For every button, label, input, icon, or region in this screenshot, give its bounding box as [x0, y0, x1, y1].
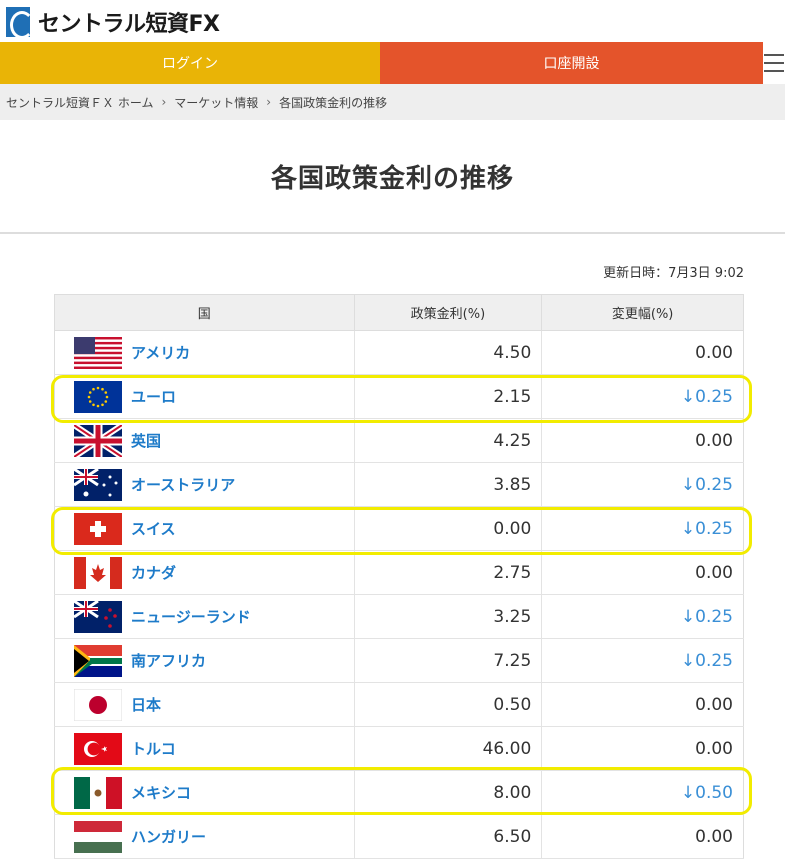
- logo-text: セントラル短資FX: [38, 12, 220, 37]
- chevron-right-icon: ›: [266, 95, 272, 109]
- chevron-right-icon: ›: [161, 95, 167, 109]
- country-link[interactable]: 英国: [131, 430, 161, 451]
- ca-flag-icon: [74, 556, 122, 589]
- top-action-bar: ログイン 口座開設: [0, 42, 785, 84]
- breadcrumb-market[interactable]: マーケット情報: [174, 94, 258, 111]
- table-row: ハンガリー 6.50 0.00: [54, 814, 744, 859]
- page-title: 各国政策金利の推移: [270, 163, 514, 194]
- country-link[interactable]: スイス: [131, 518, 176, 539]
- table-row: アメリカ 4.50 0.00: [54, 330, 744, 375]
- table-row: 日本 0.50 0.00: [54, 682, 744, 727]
- country-link[interactable]: トルコ: [131, 738, 176, 759]
- table-row: ユーロ 2.15 ↓0.25: [54, 374, 744, 419]
- country-cell: トルコ: [54, 726, 355, 771]
- table-row: スイス 0.00 ↓0.25: [54, 506, 744, 551]
- logo-icon: [6, 7, 34, 39]
- change-cell: 0.00: [541, 550, 744, 595]
- breadcrumb-current: 各国政策金利の推移: [279, 95, 388, 110]
- country-cell: メキシコ: [54, 770, 355, 815]
- login-button[interactable]: ログイン: [0, 42, 380, 84]
- rate-cell: 4.25: [353, 418, 542, 463]
- table-header-row: 国 政策金利(%) 変更幅(%): [54, 294, 744, 331]
- table-row: トルコ 46.00 0.00: [54, 726, 744, 771]
- rate-cell: 7.25: [353, 638, 542, 683]
- table-row: 英国 4.25 0.00: [54, 418, 744, 463]
- za-flag-icon: [74, 644, 122, 677]
- site-header: セントラル短資FX: [0, 0, 785, 42]
- change-cell: ↓0.25: [541, 506, 744, 551]
- au-flag-icon: [74, 468, 122, 501]
- country-link[interactable]: ユーロ: [131, 386, 176, 407]
- change-cell: ↓0.25: [541, 638, 744, 683]
- rate-cell: 3.25: [353, 594, 542, 639]
- change-cell: 0.00: [541, 682, 744, 727]
- country-link[interactable]: 日本: [131, 694, 161, 715]
- tr-flag-icon: [74, 732, 122, 765]
- change-cell: ↓0.50: [541, 770, 744, 815]
- country-link[interactable]: オーストラリア: [131, 474, 235, 495]
- table-row: ニュージーランド 3.25 ↓0.25: [54, 594, 744, 639]
- rate-cell: 0.00: [353, 506, 542, 551]
- ch-flag-icon: [74, 512, 122, 545]
- change-cell: ↓0.25: [541, 594, 744, 639]
- header-country: 国: [54, 294, 355, 331]
- country-link[interactable]: 南アフリカ: [131, 650, 206, 671]
- change-cell: 0.00: [541, 814, 744, 859]
- rate-cell: 2.15: [353, 374, 542, 419]
- open-account-button[interactable]: 口座開設: [380, 42, 763, 84]
- hamburger-menu-icon[interactable]: [763, 42, 785, 84]
- header-rate: 政策金利(%): [353, 294, 543, 331]
- country-cell: スイス: [54, 506, 355, 551]
- table-row: カナダ 2.75 0.00: [54, 550, 744, 595]
- country-link[interactable]: ハンガリー: [131, 826, 206, 847]
- policy-rate-table: 国 政策金利(%) 変更幅(%) アメリカ 4.50 0.00 ユーロ 2.15 ↓0.2…: [54, 294, 744, 859]
- change-cell: 0.00: [541, 726, 744, 771]
- country-cell: 日本: [54, 682, 355, 727]
- rate-cell: 3.85: [353, 462, 542, 507]
- rate-cell: 2.75: [353, 550, 542, 595]
- header-change: 変更幅(%): [541, 294, 744, 331]
- country-link[interactable]: アメリカ: [131, 342, 190, 363]
- country-cell: カナダ: [54, 550, 355, 595]
- hu-flag-icon: [74, 820, 122, 853]
- country-cell: ハンガリー: [54, 814, 355, 859]
- rate-cell: 6.50: [353, 814, 542, 859]
- breadcrumb-home[interactable]: セントラル短資ＦＸ ホーム: [6, 94, 153, 111]
- nz-flag-icon: [74, 600, 122, 633]
- country-link[interactable]: ニュージーランド: [131, 606, 251, 627]
- us-flag-icon: [74, 336, 122, 369]
- change-cell: ↓0.25: [541, 374, 744, 419]
- uk-flag-icon: [74, 424, 122, 457]
- update-timestamp: 更新日時：7月3日 9:02: [603, 266, 744, 281]
- divider: [0, 232, 785, 234]
- country-cell: ニュージーランド: [54, 594, 355, 639]
- rate-cell: 4.50: [353, 330, 542, 375]
- country-cell: アメリカ: [54, 330, 355, 375]
- country-cell: 英国: [54, 418, 355, 463]
- jp-flag-icon: [74, 688, 122, 721]
- table-row: 南アフリカ 7.25 ↓0.25: [54, 638, 744, 683]
- eu-flag-icon: [74, 380, 122, 413]
- rate-cell: 46.00: [353, 726, 542, 771]
- country-cell: 南アフリカ: [54, 638, 355, 683]
- site-logo[interactable]: セントラル短資FX: [6, 6, 220, 39]
- country-link[interactable]: カナダ: [131, 562, 176, 583]
- table-row: オーストラリア 3.85 ↓0.25: [54, 462, 744, 507]
- rate-cell: 8.00: [353, 770, 542, 815]
- table-row: メキシコ 8.00 ↓0.50: [54, 770, 744, 815]
- rate-cell: 0.50: [353, 682, 542, 727]
- country-cell: オーストラリア: [54, 462, 355, 507]
- change-cell: 0.00: [541, 418, 744, 463]
- mx-flag-icon: [74, 776, 122, 809]
- breadcrumb: セントラル短資ＦＸ ホーム › マーケット情報 › 各国政策金利の推移: [0, 84, 785, 120]
- country-link[interactable]: メキシコ: [131, 782, 191, 803]
- change-cell: 0.00: [541, 330, 744, 375]
- country-cell: ユーロ: [54, 374, 355, 419]
- change-cell: ↓0.25: [541, 462, 744, 507]
